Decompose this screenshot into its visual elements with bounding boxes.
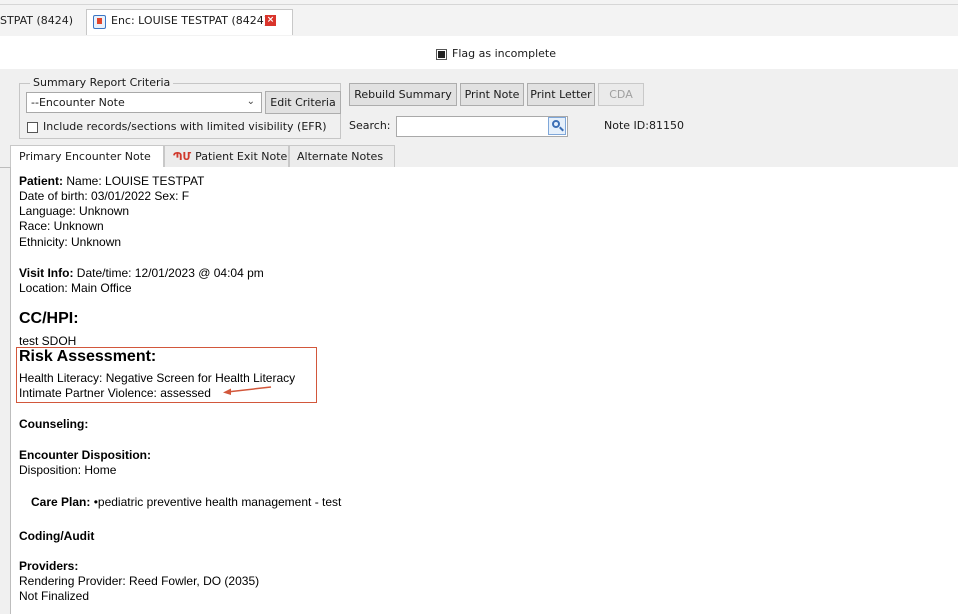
flag-incomplete-label: Flag as incomplete	[452, 47, 556, 60]
tab-alternate-notes[interactable]: Alternate Notes	[289, 145, 395, 167]
tab-patient-exit-note-label: Patient Exit Note	[195, 150, 288, 163]
flag-bar: Flag as incomplete	[0, 36, 958, 70]
tab-strip-divider	[0, 4, 958, 5]
patient-name: Name: LOUISE TESTPAT	[63, 174, 205, 188]
visit-datetime: Date/time: 12/01/2023 @ 04:04 pm	[73, 266, 264, 280]
note-id: Note ID:81150	[604, 119, 684, 132]
search-input[interactable]	[396, 116, 568, 137]
efr-checkbox[interactable]	[27, 122, 38, 133]
cda-button[interactable]: CDA	[598, 83, 644, 106]
providers-heading: Providers:	[19, 559, 79, 573]
race: Race: Unknown	[19, 219, 104, 233]
tab-primary-encounter-note[interactable]: Primary Encounter Note	[10, 145, 164, 168]
close-icon[interactable]: ×	[265, 15, 276, 26]
tab-primary-encounter-note-label: Primary Encounter Note	[19, 150, 151, 163]
search-button[interactable]	[548, 117, 566, 135]
search-icon-handle	[559, 126, 564, 132]
language: Language: Unknown	[19, 204, 130, 218]
care-plan-line: Care Plan: •pediatric preventive health …	[31, 495, 341, 509]
ethnicity: Ethnicity: Unknown	[19, 235, 122, 249]
tab-encounter-label: Enc: LOUISE TESTPAT (8424)	[111, 14, 269, 27]
care-plan-text: •pediatric preventive health management …	[90, 495, 342, 509]
counseling-heading: Counseling:	[19, 417, 89, 431]
rebuild-summary-button[interactable]: Rebuild Summary	[349, 83, 457, 106]
cchpi-text: test SDOH	[19, 334, 77, 348]
annotation-arrow	[223, 386, 272, 395]
patient-tab-strip: STPAT (8424) Enc: LOUISE TESTPAT (8424) …	[0, 0, 958, 37]
summary-criteria-legend: Summary Report Criteria	[30, 76, 174, 89]
location: Location: Main Office	[19, 281, 132, 295]
tab-patient-chart[interactable]: STPAT (8424)	[0, 10, 86, 32]
rendering-provider: Rendering Provider: Reed Fowler, DO (203…	[19, 574, 260, 588]
note-content: Patient: Name: LOUISE TESTPAT Date of bi…	[10, 167, 958, 614]
edit-criteria-button[interactable]: Edit Criteria	[265, 91, 341, 114]
report-type-value: --Encounter Note	[31, 96, 125, 109]
tab-patient-exit-note[interactable]: ՊՄ Patient Exit Note	[164, 145, 289, 167]
criteria-panel: Summary Report Criteria --Encounter Note…	[0, 69, 958, 145]
visit-info-label: Visit Info:	[19, 266, 74, 280]
exit-note-icon: ՊՄ	[173, 150, 192, 163]
intimate-partner-violence: Intimate Partner Violence: assessed	[19, 386, 211, 400]
cchpi-heading: CC/HPI:	[19, 310, 79, 327]
report-type-select[interactable]: --Encounter Note ⌄	[26, 92, 262, 113]
chevron-down-icon: ⌄	[246, 96, 255, 107]
left-gutter	[0, 145, 10, 614]
patient-label: Patient:	[19, 174, 64, 188]
print-letter-button[interactable]: Print Letter	[527, 83, 595, 106]
flag-incomplete-checkbox[interactable]	[436, 49, 447, 60]
efr-label: Include records/sections with limited vi…	[43, 120, 327, 133]
risk-assessment-heading: Risk Assessment:	[19, 348, 157, 365]
health-literacy: Health Literacy: Negative Screen for Hea…	[19, 371, 296, 385]
tab-encounter[interactable]: Enc: LOUISE TESTPAT (8424) ×	[86, 9, 293, 35]
dob-sex: Date of birth: 03/01/2022 Sex: F	[19, 189, 190, 203]
finalized-status: Not Finalized	[19, 589, 90, 603]
print-note-button[interactable]: Print Note	[460, 83, 524, 106]
search-label: Search:	[349, 119, 391, 132]
tab-alternate-notes-label: Alternate Notes	[297, 150, 384, 163]
encounter-icon	[93, 15, 106, 29]
coding-audit-heading: Coding/Audit	[19, 529, 95, 543]
disposition: Disposition: Home	[19, 463, 117, 477]
visit-info-line: Visit Info: Date/time: 12/01/2023 @ 04:0…	[19, 266, 264, 280]
patient-line: Patient: Name: LOUISE TESTPAT	[19, 174, 204, 188]
note-tabs: Primary Encounter Note ՊՄ Patient Exit No…	[0, 145, 958, 168]
care-plan-label: Care Plan:	[31, 495, 91, 509]
encounter-disposition-heading: Encounter Disposition:	[19, 448, 151, 462]
